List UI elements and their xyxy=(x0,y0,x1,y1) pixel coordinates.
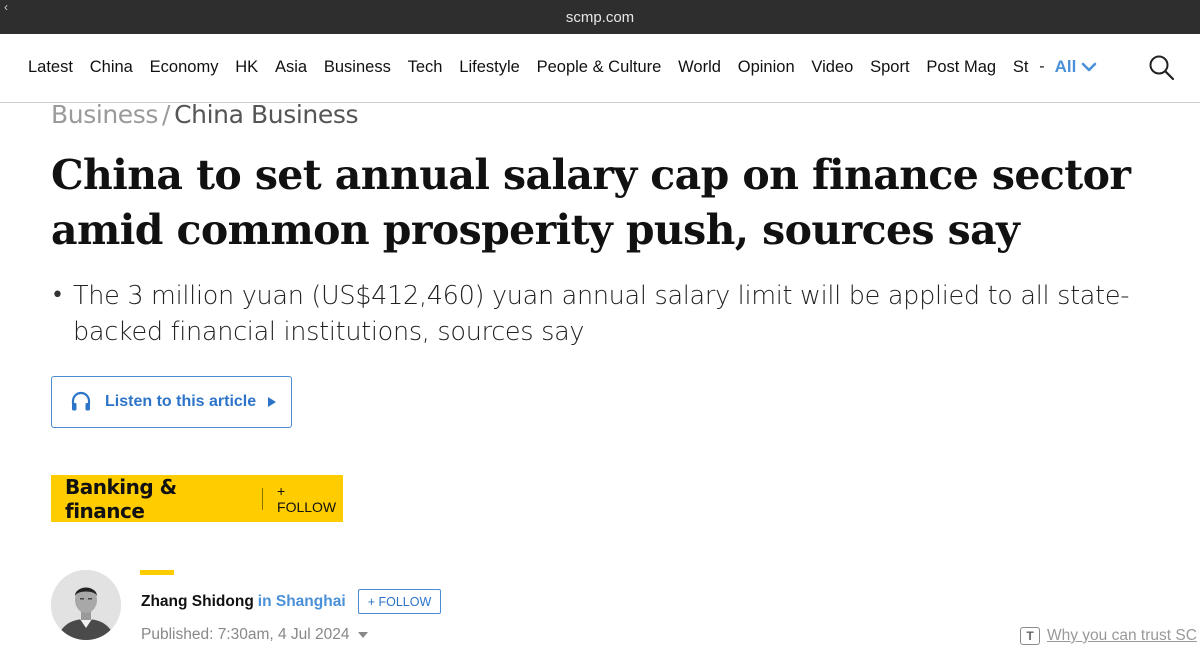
topic-banner: Banking & finance + FOLLOW xyxy=(51,475,343,523)
chevron-down-icon xyxy=(1082,62,1097,72)
nav-all-dropdown[interactable]: All xyxy=(1055,57,1098,77)
nav-item-hk[interactable]: HK xyxy=(235,58,258,77)
nav-item-opinion[interactable]: Opinion xyxy=(738,58,795,77)
author-accent-bar xyxy=(140,570,174,575)
back-icon[interactable]: ‹ xyxy=(4,1,18,13)
nav-item-post-mag[interactable]: Post Mag xyxy=(926,58,996,77)
headphones-icon xyxy=(71,391,91,411)
trust-icon: T xyxy=(1020,627,1040,645)
caret-down-icon xyxy=(357,632,368,638)
author-byline: Zhang Shidong in Shanghai xyxy=(141,591,346,613)
summary-bullet: • xyxy=(51,283,64,308)
top-navigation: Latest China Economy HK Asia Business Te… xyxy=(0,34,1200,103)
topic-follow-button[interactable]: + FOLLOW xyxy=(277,483,343,515)
published-text: Published: 7:30am, 4 Jul 2024 xyxy=(141,626,350,643)
nav-item-people-culture[interactable]: People & Culture xyxy=(537,58,662,77)
nav-item-latest[interactable]: Latest xyxy=(28,58,73,77)
search-icon xyxy=(1149,55,1175,81)
breadcrumb-subsection[interactable]: China Business xyxy=(174,100,358,129)
browser-address-bar: ‹ scmp.com xyxy=(0,0,1200,34)
nav-item-sport[interactable]: Sport xyxy=(870,58,909,77)
topic-divider xyxy=(262,487,264,510)
play-icon xyxy=(268,397,277,407)
nav-all-label: All xyxy=(1054,57,1077,76)
author-name[interactable]: Zhang Shidong xyxy=(141,593,254,611)
trust-link-text[interactable]: Why you can trust SC xyxy=(1047,627,1197,645)
author-follow-button[interactable]: + FOLLOW xyxy=(358,589,441,614)
trust-link[interactable]: T Why you can trust SC xyxy=(1020,625,1197,647)
search-button[interactable] xyxy=(1147,53,1177,83)
author-photo xyxy=(51,570,121,640)
nav-item-style-truncated[interactable]: St xyxy=(1013,58,1029,77)
breadcrumb: Business / China Business xyxy=(51,99,358,129)
nav-item-china[interactable]: China xyxy=(90,58,133,77)
article-summary: • The 3 million yuan (US$412,460) yuan a… xyxy=(51,278,1196,350)
nav-dash: - xyxy=(1039,58,1045,75)
nav-item-tech[interactable]: Tech xyxy=(408,58,443,77)
nav-item-world[interactable]: World xyxy=(678,58,721,77)
nav-item-business[interactable]: Business xyxy=(324,58,391,77)
nav-item-video[interactable]: Video xyxy=(811,58,853,77)
nav-item-lifestyle[interactable]: Lifestyle xyxy=(459,58,520,77)
topic-name[interactable]: Banking & finance xyxy=(65,475,248,523)
summary-text: The 3 million yuan (US$412,460) yuan ann… xyxy=(73,281,1130,347)
listen-to-article-button[interactable]: Listen to this article xyxy=(51,376,292,428)
listen-label: Listen to this article xyxy=(105,393,257,410)
browser-url[interactable]: scmp.com xyxy=(566,9,634,26)
nav-item-economy[interactable]: Economy xyxy=(150,58,219,77)
nav-item-asia[interactable]: Asia xyxy=(275,58,307,77)
nav-items: Latest China Economy HK Asia Business Te… xyxy=(28,34,1097,100)
article-headline: China to set annual salary cap on financ… xyxy=(51,151,1131,254)
published-date[interactable]: Published: 7:30am, 4 Jul 2024 xyxy=(141,624,368,646)
breadcrumb-separator: / xyxy=(162,99,171,129)
breadcrumb-section[interactable]: Business xyxy=(51,100,158,129)
author-avatar[interactable] xyxy=(51,570,121,640)
author-location: in Shanghai xyxy=(257,593,346,610)
